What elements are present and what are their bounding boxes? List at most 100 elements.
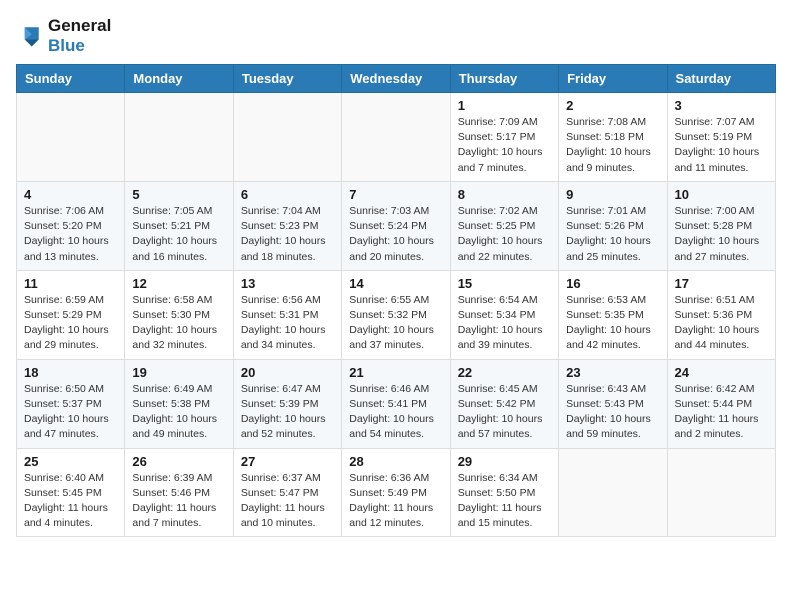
calendar-cell bbox=[342, 93, 450, 182]
day-info: Sunrise: 6:51 AM Sunset: 5:36 PM Dayligh… bbox=[675, 293, 768, 354]
calendar-week-row: 11 Sunrise: 6:59 AM Sunset: 5:29 PM Dayli… bbox=[17, 270, 776, 359]
page-header: General Blue bbox=[16, 16, 776, 56]
calendar-cell: 21 Sunrise: 6:46 AM Sunset: 5:41 PM Dayli… bbox=[342, 359, 450, 448]
day-number: 24 bbox=[675, 365, 768, 380]
day-number: 5 bbox=[132, 187, 225, 202]
header-friday: Friday bbox=[559, 65, 667, 93]
calendar-cell: 14 Sunrise: 6:55 AM Sunset: 5:32 PM Dayli… bbox=[342, 270, 450, 359]
header-sunday: Sunday bbox=[17, 65, 125, 93]
day-number: 26 bbox=[132, 454, 225, 469]
day-info: Sunrise: 6:53 AM Sunset: 5:35 PM Dayligh… bbox=[566, 293, 659, 354]
logo: General Blue bbox=[16, 16, 111, 56]
calendar-cell: 10 Sunrise: 7:00 AM Sunset: 5:28 PM Dayli… bbox=[667, 181, 775, 270]
day-number: 29 bbox=[458, 454, 551, 469]
day-number: 2 bbox=[566, 98, 659, 113]
day-info: Sunrise: 6:54 AM Sunset: 5:34 PM Dayligh… bbox=[458, 293, 551, 354]
day-number: 27 bbox=[241, 454, 334, 469]
day-number: 18 bbox=[24, 365, 117, 380]
calendar-cell: 15 Sunrise: 6:54 AM Sunset: 5:34 PM Dayli… bbox=[450, 270, 558, 359]
day-number: 28 bbox=[349, 454, 442, 469]
header-thursday: Thursday bbox=[450, 65, 558, 93]
calendar-cell: 5 Sunrise: 7:05 AM Sunset: 5:21 PM Daylig… bbox=[125, 181, 233, 270]
day-info: Sunrise: 6:34 AM Sunset: 5:50 PM Dayligh… bbox=[458, 471, 551, 532]
calendar-cell: 3 Sunrise: 7:07 AM Sunset: 5:19 PM Daylig… bbox=[667, 93, 775, 182]
day-number: 3 bbox=[675, 98, 768, 113]
header-wednesday: Wednesday bbox=[342, 65, 450, 93]
calendar-cell: 18 Sunrise: 6:50 AM Sunset: 5:37 PM Dayli… bbox=[17, 359, 125, 448]
day-info: Sunrise: 7:02 AM Sunset: 5:25 PM Dayligh… bbox=[458, 204, 551, 265]
calendar-cell bbox=[125, 93, 233, 182]
day-info: Sunrise: 7:07 AM Sunset: 5:19 PM Dayligh… bbox=[675, 115, 768, 176]
day-number: 23 bbox=[566, 365, 659, 380]
day-number: 20 bbox=[241, 365, 334, 380]
calendar-cell: 26 Sunrise: 6:39 AM Sunset: 5:46 PM Dayli… bbox=[125, 448, 233, 537]
calendar-cell: 16 Sunrise: 6:53 AM Sunset: 5:35 PM Dayli… bbox=[559, 270, 667, 359]
day-info: Sunrise: 6:39 AM Sunset: 5:46 PM Dayligh… bbox=[132, 471, 225, 532]
calendar-cell: 12Sunrise: 6:58 AM Sunset: 5:30 PM Dayli… bbox=[125, 270, 233, 359]
day-info: Sunrise: 7:03 AM Sunset: 5:24 PM Dayligh… bbox=[349, 204, 442, 265]
day-info: Sunrise: 6:37 AM Sunset: 5:47 PM Dayligh… bbox=[241, 471, 334, 532]
day-number: 13 bbox=[241, 276, 334, 291]
day-info: Sunrise: 6:42 AM Sunset: 5:44 PM Dayligh… bbox=[675, 382, 768, 443]
day-number: 14 bbox=[349, 276, 442, 291]
calendar-cell: 1 Sunrise: 7:09 AM Sunset: 5:17 PM Daylig… bbox=[450, 93, 558, 182]
day-info: Sunrise: 7:00 AM Sunset: 5:28 PM Dayligh… bbox=[675, 204, 768, 265]
calendar-cell: 25 Sunrise: 6:40 AM Sunset: 5:45 PM Dayli… bbox=[17, 448, 125, 537]
logo-text: General Blue bbox=[48, 16, 111, 56]
header-tuesday: Tuesday bbox=[233, 65, 341, 93]
calendar-cell: 13 Sunrise: 6:56 AM Sunset: 5:31 PM Dayli… bbox=[233, 270, 341, 359]
calendar-cell: 28 Sunrise: 6:36 AM Sunset: 5:49 PM Dayli… bbox=[342, 448, 450, 537]
day-info: Sunrise: 7:09 AM Sunset: 5:17 PM Dayligh… bbox=[458, 115, 551, 176]
day-number: 4 bbox=[24, 187, 117, 202]
day-number: 16 bbox=[566, 276, 659, 291]
day-number: 22 bbox=[458, 365, 551, 380]
day-info: Sunrise: 6:45 AM Sunset: 5:42 PM Dayligh… bbox=[458, 382, 551, 443]
day-number: 9 bbox=[566, 187, 659, 202]
day-number: 11 bbox=[24, 276, 117, 291]
day-info: Sunrise: 6:50 AM Sunset: 5:37 PM Dayligh… bbox=[24, 382, 117, 443]
calendar-table: SundayMondayTuesdayWednesdayThursdayFrid… bbox=[16, 64, 776, 537]
day-info: Sunrise: 6:56 AM Sunset: 5:31 PM Dayligh… bbox=[241, 293, 334, 354]
calendar-header-row: SundayMondayTuesdayWednesdayThursdayFrid… bbox=[17, 65, 776, 93]
day-info: Sunrise: 6:40 AM Sunset: 5:45 PM Dayligh… bbox=[24, 471, 117, 532]
day-number: 17 bbox=[675, 276, 768, 291]
day-info: Sunrise: 6:59 AM Sunset: 5:29 PM Dayligh… bbox=[24, 293, 117, 354]
day-info: Sunrise: 6:47 AM Sunset: 5:39 PM Dayligh… bbox=[241, 382, 334, 443]
calendar-cell: 29 Sunrise: 6:34 AM Sunset: 5:50 PM Dayli… bbox=[450, 448, 558, 537]
calendar-cell: 22 Sunrise: 6:45 AM Sunset: 5:42 PM Dayli… bbox=[450, 359, 558, 448]
calendar-cell bbox=[233, 93, 341, 182]
day-number: 25 bbox=[24, 454, 117, 469]
calendar-cell: 17 Sunrise: 6:51 AM Sunset: 5:36 PM Dayli… bbox=[667, 270, 775, 359]
calendar-cell: 11 Sunrise: 6:59 AM Sunset: 5:29 PM Dayli… bbox=[17, 270, 125, 359]
calendar-cell: 6 Sunrise: 7:04 AM Sunset: 5:23 PM Daylig… bbox=[233, 181, 341, 270]
day-number: 21 bbox=[349, 365, 442, 380]
day-info: Sunrise: 7:05 AM Sunset: 5:21 PM Dayligh… bbox=[132, 204, 225, 265]
calendar-cell: 27 Sunrise: 6:37 AM Sunset: 5:47 PM Dayli… bbox=[233, 448, 341, 537]
day-info: Sunrise: 6:49 AM Sunset: 5:38 PM Dayligh… bbox=[132, 382, 225, 443]
calendar-cell bbox=[17, 93, 125, 182]
day-number: 10 bbox=[675, 187, 768, 202]
calendar-week-row: 1 Sunrise: 7:09 AM Sunset: 5:17 PM Daylig… bbox=[17, 93, 776, 182]
logo-icon bbox=[16, 22, 44, 50]
calendar-cell: 20 Sunrise: 6:47 AM Sunset: 5:39 PM Dayli… bbox=[233, 359, 341, 448]
calendar-cell: 8Sunrise: 7:02 AM Sunset: 5:25 PM Daylig… bbox=[450, 181, 558, 270]
day-info: Sunrise: 7:04 AM Sunset: 5:23 PM Dayligh… bbox=[241, 204, 334, 265]
calendar-cell bbox=[559, 448, 667, 537]
day-info: Sunrise: 6:36 AM Sunset: 5:49 PM Dayligh… bbox=[349, 471, 442, 532]
day-number: 7 bbox=[349, 187, 442, 202]
day-number: 1 bbox=[458, 98, 551, 113]
day-info: Sunrise: 6:46 AM Sunset: 5:41 PM Dayligh… bbox=[349, 382, 442, 443]
day-info: Sunrise: 7:08 AM Sunset: 5:18 PM Dayligh… bbox=[566, 115, 659, 176]
day-number: 15 bbox=[458, 276, 551, 291]
day-number: 6 bbox=[241, 187, 334, 202]
day-info: Sunrise: 6:55 AM Sunset: 5:32 PM Dayligh… bbox=[349, 293, 442, 354]
header-saturday: Saturday bbox=[667, 65, 775, 93]
calendar-cell bbox=[667, 448, 775, 537]
calendar-cell: 23Sunrise: 6:43 AM Sunset: 5:43 PM Dayli… bbox=[559, 359, 667, 448]
calendar-week-row: 4Sunrise: 7:06 AM Sunset: 5:20 PM Daylig… bbox=[17, 181, 776, 270]
calendar-cell: 19Sunrise: 6:49 AM Sunset: 5:38 PM Dayli… bbox=[125, 359, 233, 448]
calendar-cell: 4Sunrise: 7:06 AM Sunset: 5:20 PM Daylig… bbox=[17, 181, 125, 270]
calendar-cell: 24 Sunrise: 6:42 AM Sunset: 5:44 PM Dayli… bbox=[667, 359, 775, 448]
calendar-cell: 9Sunrise: 7:01 AM Sunset: 5:26 PM Daylig… bbox=[559, 181, 667, 270]
day-number: 12 bbox=[132, 276, 225, 291]
